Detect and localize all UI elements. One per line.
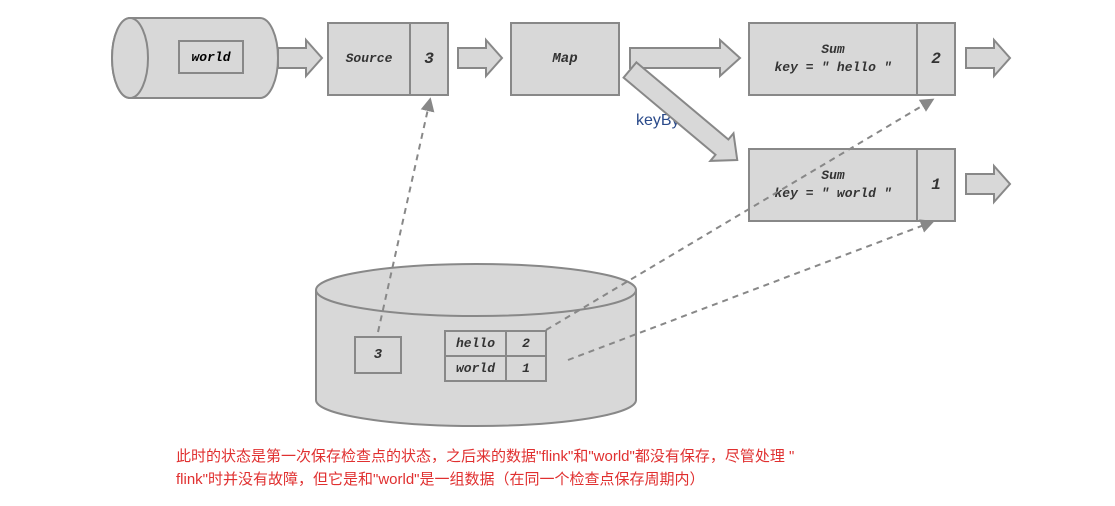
sum-hello-box: Sum key = " hello " 2 xyxy=(748,22,956,96)
table-val: 1 xyxy=(506,356,546,381)
arrow-icon xyxy=(278,40,322,76)
sum1-value: 2 xyxy=(931,50,941,68)
arrow-icon xyxy=(458,40,502,76)
sum2-value: 1 xyxy=(931,176,941,194)
arrow-icon xyxy=(966,166,1010,202)
sum2-title: Sum xyxy=(821,167,844,185)
arrow-icon xyxy=(966,40,1010,76)
dashed-connector xyxy=(378,100,430,332)
caption-line1: 此时的状态是第一次保存检查点的状态，之后来的数据"flink"和"world"都… xyxy=(176,448,794,465)
arrow-icon xyxy=(630,40,740,76)
source-box: Source 3 xyxy=(327,22,449,96)
sum-world-box: Sum key = " world " 1 xyxy=(748,148,956,222)
world-label: world xyxy=(191,50,230,65)
caption: 此时的状态是第一次保存检查点的状态，之后来的数据"flink"和"world"都… xyxy=(176,446,794,491)
map-label: Map xyxy=(552,51,577,67)
source-label: Source xyxy=(346,50,393,68)
storage-offset: 3 xyxy=(374,347,382,363)
table-row: hello 2 xyxy=(445,331,546,356)
map-box: Map xyxy=(510,22,620,96)
table-key: world xyxy=(445,356,506,381)
table-row: world 1 xyxy=(445,356,546,381)
source-value: 3 xyxy=(424,50,434,68)
table-val: 2 xyxy=(506,331,546,356)
world-box: world xyxy=(178,40,244,74)
table-key: hello xyxy=(445,331,506,356)
sum1-title: Sum xyxy=(821,41,844,59)
sum1-expr: key = " hello " xyxy=(774,59,891,77)
storage-table: hello 2 world 1 xyxy=(444,330,547,382)
storage-offset-box: 3 xyxy=(354,336,402,374)
keyby-label: keyBy xyxy=(636,112,680,130)
dashed-connector xyxy=(568,222,932,360)
caption-line2: flink"时并没有故障，但它是和"world"是一组数据（在同一个检查点保存周… xyxy=(176,471,705,488)
sum2-expr: key = " world " xyxy=(774,185,891,203)
